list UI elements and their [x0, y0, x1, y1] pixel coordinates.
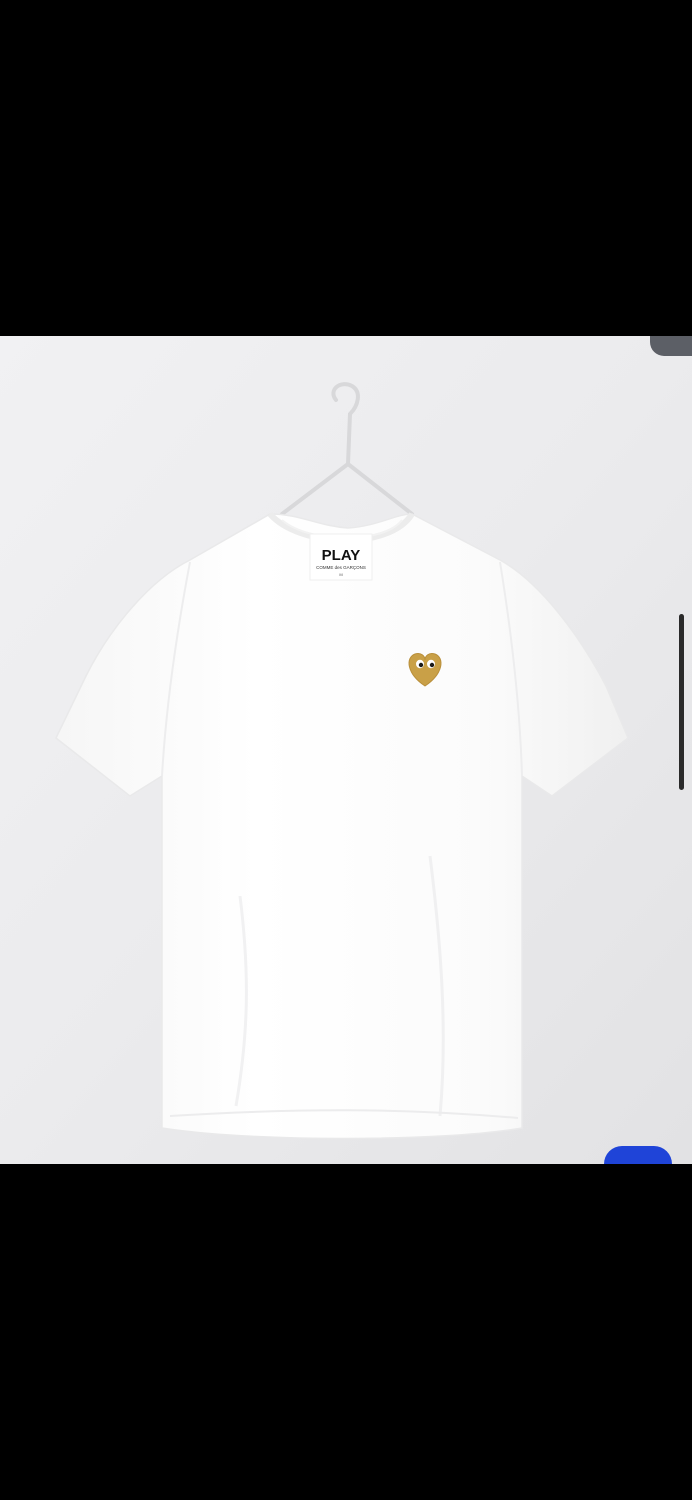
label-size: M	[339, 572, 342, 577]
action-button[interactable]	[604, 1146, 672, 1164]
scrollbar[interactable]	[679, 614, 684, 790]
neck-label: PLAY COMME des GARÇONS M	[309, 533, 373, 581]
product-photo[interactable]: PLAY COMME des GARÇONS M	[0, 336, 692, 1164]
label-brand-text: PLAY	[322, 547, 361, 564]
drag-handle[interactable]	[650, 336, 692, 356]
image-viewer: PLAY COMME des GARÇONS M	[0, 0, 692, 1500]
label-subtext: COMME des GARÇONS	[316, 565, 366, 570]
